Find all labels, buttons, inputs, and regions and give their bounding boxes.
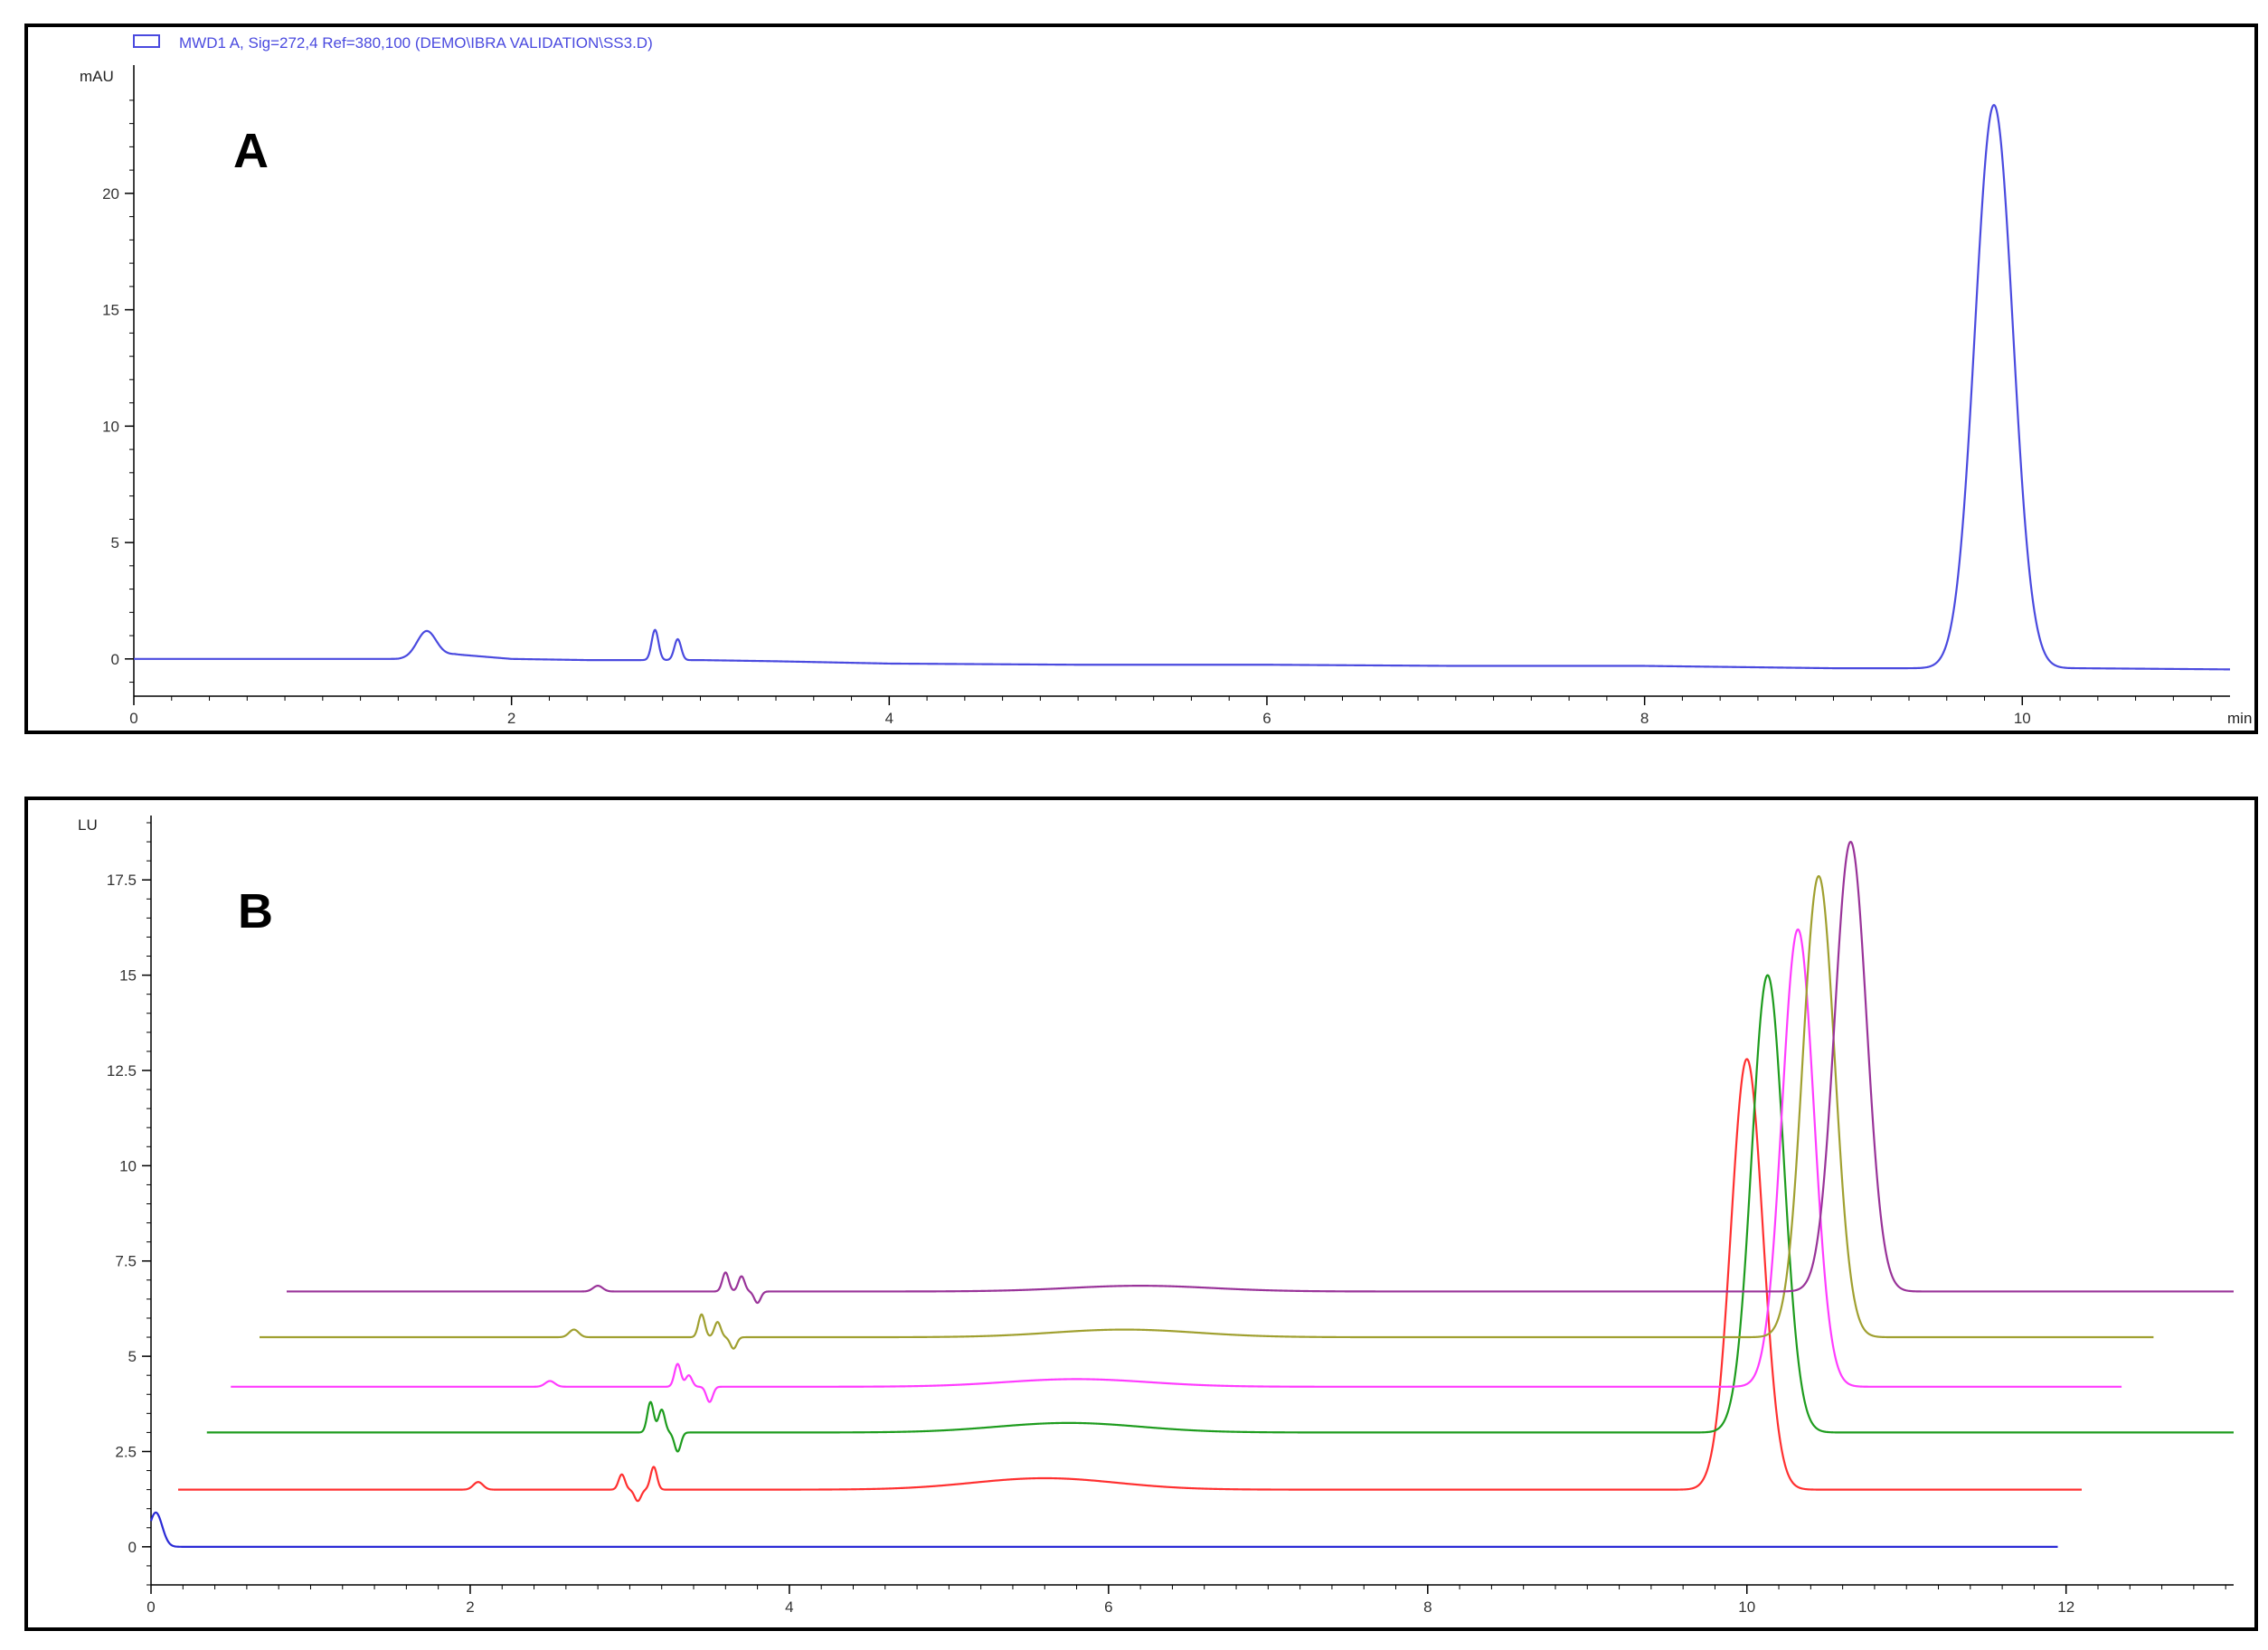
panel-a-label: A: [233, 124, 269, 178]
panel-b-frame: [24, 797, 2258, 1631]
y-tick-label-a: 10: [102, 418, 119, 435]
legend-entry: MWD1 A, Sig=272,4 Ref=380,100 (DEMO\IBRA…: [179, 34, 653, 52]
panel-b-label: B: [238, 884, 273, 938]
x-tick-label-b: 2: [466, 1598, 474, 1616]
y-tick-label-a: 0: [111, 651, 119, 668]
panel-a-frame: [24, 24, 2258, 734]
x-tick-label-a: 2: [507, 710, 515, 727]
y-axis-unit-a: mAU: [80, 68, 114, 85]
y-tick-label-b: 0: [128, 1539, 137, 1556]
y-tick-label-a: 15: [102, 302, 119, 319]
y-tick-label-b: 10: [119, 1157, 137, 1174]
x-tick-label-a: 6: [1262, 710, 1271, 727]
x-tick-label-a: 10: [2014, 710, 2031, 727]
x-axis-unit-a: min: [2227, 710, 2252, 727]
x-tick-label-b: 6: [1104, 1598, 1112, 1616]
x-tick-label-b: 10: [1738, 1598, 1755, 1616]
chromatogram-figure: MWD1 A, Sig=272,4 Ref=380,100 (DEMO\IBRA…: [24, 24, 2258, 1631]
y-tick-label-b: 17.5: [107, 872, 137, 889]
y-tick-label-b: 15: [119, 967, 137, 985]
y-tick-label-a: 5: [111, 534, 119, 552]
x-tick-label-b: 8: [1423, 1598, 1432, 1616]
x-tick-label-b: 4: [785, 1598, 793, 1616]
x-tick-label-b: 12: [2057, 1598, 2074, 1616]
x-tick-label-a: 4: [885, 710, 893, 727]
y-axis-unit-b: LU: [78, 816, 98, 834]
y-tick-label-a: 20: [102, 185, 119, 203]
y-tick-label-b: 2.5: [115, 1443, 137, 1460]
y-tick-label-b: 7.5: [115, 1253, 137, 1270]
y-tick-label-b: 12.5: [107, 1062, 137, 1080]
x-tick-label-a: 8: [1640, 710, 1649, 727]
x-tick-label-a: 0: [129, 710, 137, 727]
x-tick-label-b: 0: [146, 1598, 155, 1616]
y-tick-label-b: 5: [128, 1348, 137, 1365]
